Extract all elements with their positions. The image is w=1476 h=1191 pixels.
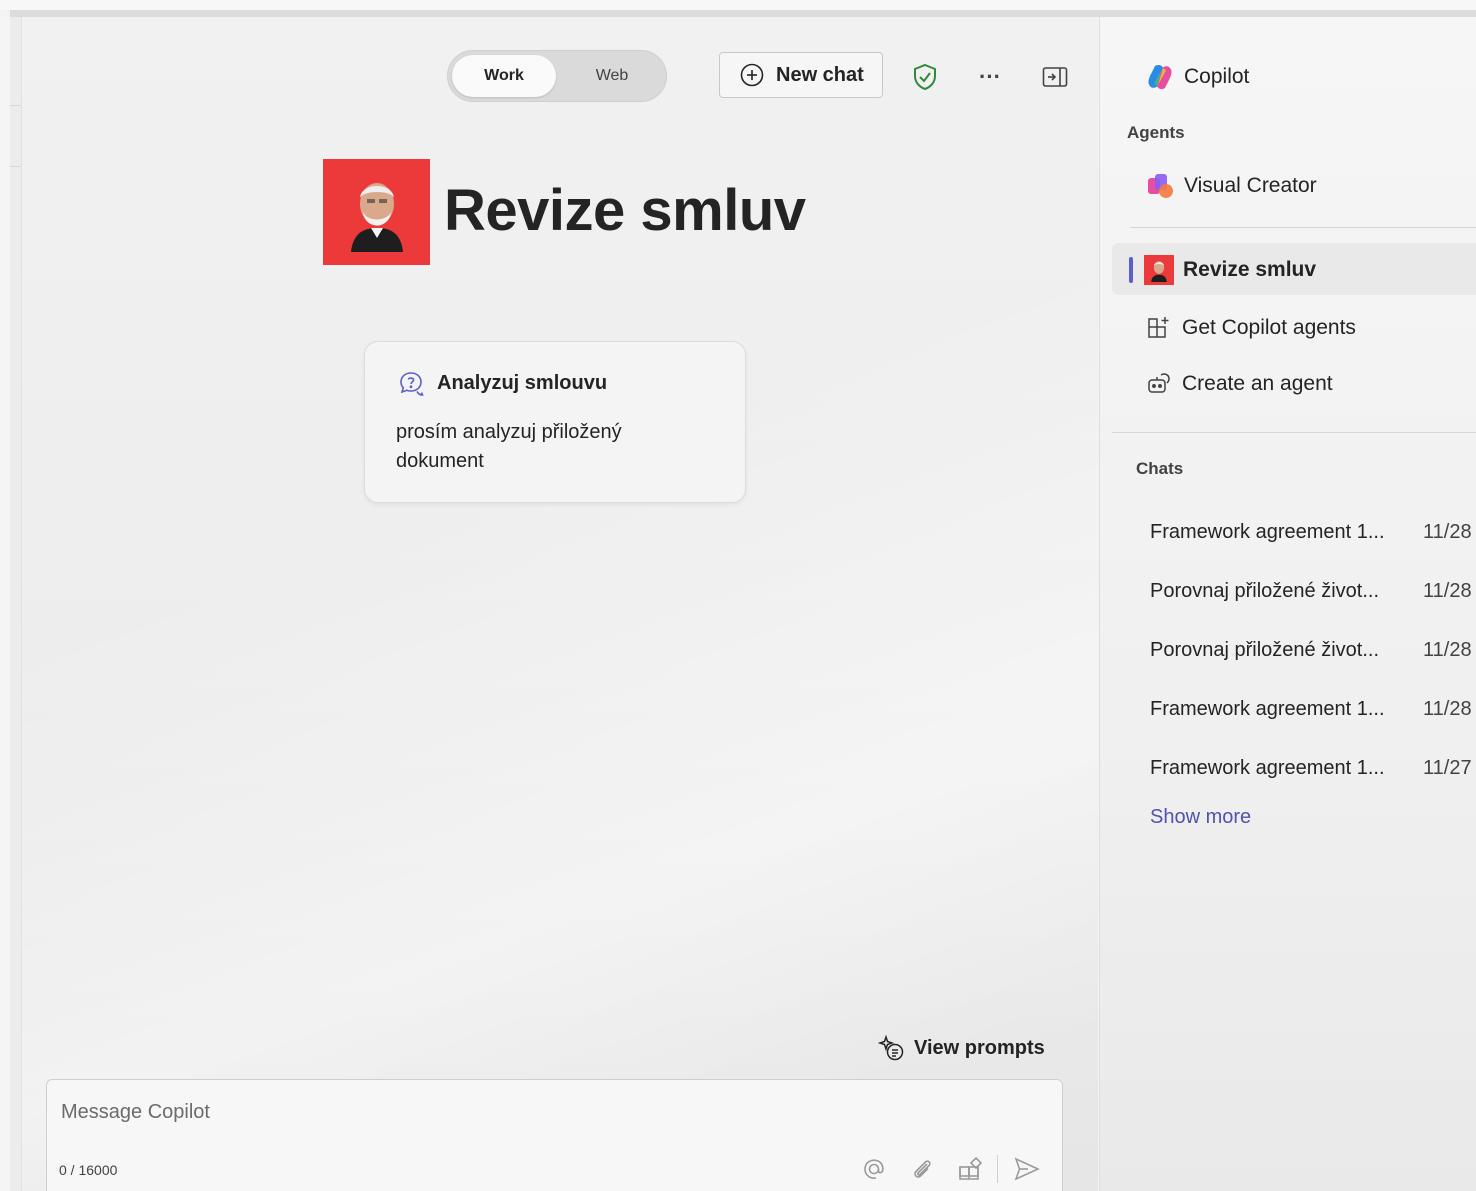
chat-date: 11/27 — [1423, 757, 1472, 779]
sidebar-item-get-agents[interactable]: Get Copilot agents — [1146, 315, 1356, 341]
send-icon[interactable] — [1012, 1154, 1042, 1184]
apps-add-icon — [1148, 317, 1169, 338]
chat-date: 11/28 — [1423, 521, 1472, 543]
composer-tools — [841, 1154, 1042, 1184]
sparkle-list-icon — [878, 1035, 904, 1061]
left-edge — [0, 17, 10, 1191]
attach-icon[interactable] — [907, 1154, 937, 1184]
new-chat-button[interactable]: New chat — [719, 52, 883, 98]
bot-add-icon — [1148, 373, 1170, 393]
work-web-toggle[interactable]: Work Web — [447, 50, 667, 102]
agent-avatar — [323, 159, 430, 265]
chat-date: 11/28 — [1423, 580, 1472, 602]
show-more-link[interactable]: Show more — [1150, 806, 1251, 829]
visual-creator-icon — [1148, 174, 1173, 198]
view-prompts-button[interactable]: View prompts — [878, 1035, 1045, 1061]
chat-date: 11/28 — [1423, 639, 1472, 661]
person-portrait-icon — [1151, 261, 1167, 282]
sidebar-divider — [1130, 227, 1476, 228]
selected-indicator — [1129, 257, 1133, 283]
sidebar-item-label: Revize smluv — [1183, 258, 1317, 281]
apps-add-icon[interactable] — [955, 1154, 985, 1184]
copilot-home[interactable]: Copilot — [1146, 63, 1249, 91]
sidebar-divider — [1112, 432, 1476, 433]
prompt-card-title: Analyzuj smlouvu — [437, 372, 608, 394]
chat-title: Framework agreement 1... — [1150, 757, 1385, 779]
message-input[interactable] — [59, 1100, 963, 1125]
message-composer: 0 / 16000 — [46, 1079, 1063, 1191]
chat-main-area: Work Web New chat ··· Revize smluv Analy… — [22, 17, 1098, 1191]
prompt-card[interactable]: Analyzuj smlouvu prosím analyzuj přilože… — [364, 341, 746, 503]
character-counter: 0 / 16000 — [59, 1162, 118, 1178]
toggle-work[interactable]: Work — [452, 55, 556, 97]
new-chat-label: New chat — [776, 63, 864, 86]
sidebar-item-visual-creator[interactable]: Visual Creator — [1146, 172, 1317, 200]
sidebar-item-label: Create an agent — [1182, 372, 1333, 395]
window-top-border — [10, 10, 1476, 17]
agents-section-header: Agents — [1127, 123, 1185, 142]
shield-check-icon[interactable] — [909, 61, 941, 93]
toggle-web[interactable]: Web — [560, 55, 664, 97]
chat-title: Porovnaj přiložené život... — [1150, 580, 1380, 602]
chat-title: Framework agreement 1... — [1150, 698, 1385, 720]
prompt-card-body: prosím analyzuj přiložený dokument — [396, 421, 622, 472]
chat-help-icon — [400, 372, 424, 396]
sidebar-item-create-agent[interactable]: Create an agent — [1146, 371, 1333, 397]
mention-icon[interactable] — [859, 1154, 889, 1184]
chat-date: 11/28 — [1423, 698, 1472, 720]
sidebar-item-label: Visual Creator — [1184, 174, 1317, 197]
left-rail-divider — [10, 166, 21, 167]
view-prompts-label: View prompts — [914, 1036, 1045, 1059]
page-title: Revize smluv — [444, 178, 806, 243]
chat-title: Framework agreement 1... — [1150, 521, 1385, 543]
sidebar-item-label: Get Copilot agents — [1182, 316, 1356, 339]
left-rail-divider — [10, 105, 21, 106]
chat-title: Porovnaj přiložené život... — [1150, 639, 1380, 661]
left-rail — [10, 17, 22, 1191]
copilot-logo-icon — [1148, 64, 1172, 90]
sidebar: Copilot Agents Visual Creator Revize sml… — [1099, 17, 1476, 1191]
window-top-strip — [0, 0, 1476, 10]
add-circle-icon — [740, 63, 764, 87]
revize-smluv-avatar — [1144, 255, 1174, 285]
sidebar-item-revize-smluv[interactable]: Revize smluv — [1144, 255, 1316, 285]
person-portrait-icon — [350, 183, 403, 252]
tools-separator — [997, 1155, 998, 1183]
more-options-icon[interactable]: ··· — [974, 61, 1006, 93]
chats-section-header: Chats — [1136, 459, 1184, 478]
copilot-label: Copilot — [1184, 65, 1250, 88]
open-pane-icon[interactable] — [1039, 61, 1071, 93]
